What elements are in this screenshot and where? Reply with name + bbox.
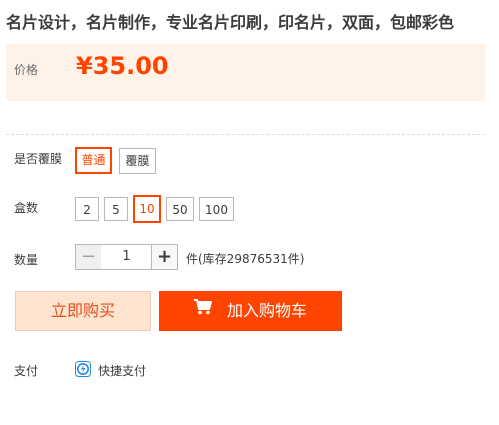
option-boxes-10[interactable]: 10 (133, 195, 161, 223)
quantity-label: 数量 (14, 253, 39, 267)
buy-now-button[interactable]: 立即购买 (15, 291, 151, 331)
price-panel: 价格 ¥35.00 (6, 44, 485, 101)
price-label: 价格 (14, 63, 39, 77)
quick-pay-icon (75, 361, 91, 381)
option-boxes-50[interactable]: 50 (166, 197, 194, 221)
quantity-decrease-button[interactable]: − (75, 244, 102, 270)
option-boxes-100[interactable]: 100 (199, 197, 234, 221)
stock-text: 件(库存29876531件) (186, 252, 305, 266)
option-lamination-normal[interactable]: 普通 (75, 147, 112, 174)
lamination-label: 是否覆膜 (14, 152, 63, 166)
quantity-increase-button[interactable]: + (151, 244, 178, 270)
option-lamination-laminated[interactable]: 覆膜 (119, 148, 156, 174)
add-to-cart-button[interactable]: 加入购物车 (159, 291, 342, 331)
boxes-label: 盒数 (14, 201, 39, 215)
cart-icon (193, 290, 212, 330)
payment-label: 支付 (14, 364, 39, 378)
option-boxes-2[interactable]: 2 (75, 197, 99, 221)
payment-method: 快捷支付 (98, 364, 147, 378)
price-value: ¥35.00 (76, 52, 169, 80)
product-title: 名片设计，名片制作，专业名片印刷，印名片，双面，包邮彩色 (6, 13, 455, 32)
quantity-input[interactable]: 1 (101, 244, 152, 270)
divider (6, 134, 485, 135)
option-boxes-5[interactable]: 5 (104, 197, 128, 221)
add-to-cart-label: 加入购物车 (227, 301, 308, 320)
buy-now-label: 立即购买 (50, 301, 115, 320)
